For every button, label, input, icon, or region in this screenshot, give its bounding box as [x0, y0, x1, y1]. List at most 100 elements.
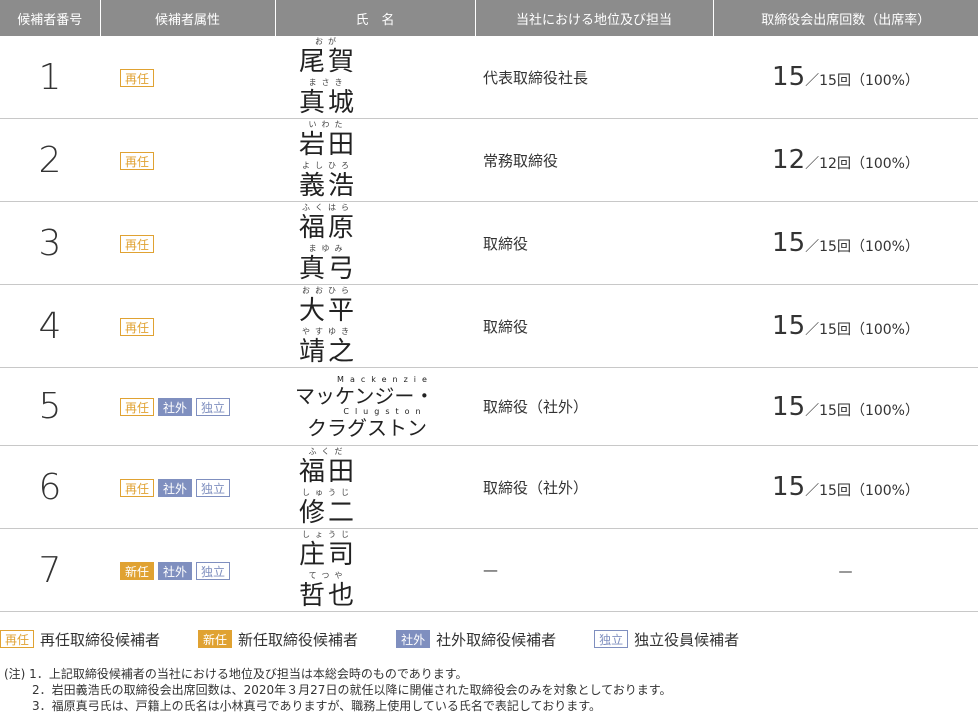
table-row: 3 再任 ふくはら 福原 まゆみ 真弓 取締役 15／15回（100%）: [0, 201, 978, 285]
family-name: 尾賀: [299, 47, 358, 77]
attendance-count: 12: [772, 145, 806, 175]
candidate-attributes: 再任: [100, 36, 275, 119]
badge-outside: 社外: [396, 630, 431, 648]
ruby-given: やすゆき: [302, 327, 354, 336]
candidate-attendance: 15／15回（100%）: [713, 284, 978, 368]
candidate-number: 3: [0, 201, 100, 285]
given-name: 真城: [299, 88, 358, 118]
ruby-family: ふくだ: [308, 447, 348, 456]
ruby-given: まさき: [308, 78, 348, 87]
legend-item-reappointed: 再任 再任取締役候補者: [0, 629, 160, 650]
attendance-count: 15: [772, 391, 806, 422]
family-name: 岩田: [299, 130, 358, 160]
table-row: 2 再任 いわた 岩田 よしひろ 義浩 常務取締役 12／12回（100%）: [0, 118, 978, 202]
attendance-count: 15: [772, 62, 806, 92]
ruby-family: ふくはら: [302, 203, 354, 212]
candidate-attributes: 再任 社外 独立: [100, 367, 275, 446]
candidate-attendance: 15／15回（100%）: [713, 36, 978, 119]
note-1: (注) 1．上記取締役候補者の当社における地位及び担当は本総会時のものであります…: [4, 667, 468, 681]
candidate-name: おが 尾賀 まさき 真城: [275, 36, 475, 119]
ruby-given: しゅうじ: [302, 488, 354, 497]
attendance-count: 15: [772, 311, 806, 341]
candidate-attributes: 再任: [100, 201, 275, 285]
ruby-family: おが: [315, 37, 341, 46]
badge-outside: 社外: [158, 398, 193, 417]
ruby-given: まゆみ: [308, 244, 348, 253]
candidate-number: 1: [0, 36, 100, 119]
attendance-total: ／15回（100%）: [805, 402, 919, 419]
table-row: 5 再任 社外 独立 Mackenzie マッケンジー・ Clugston クラグス…: [0, 367, 978, 446]
ruby-given: Clugston: [343, 406, 427, 416]
ruby-given: よしひろ: [302, 161, 354, 170]
header-attendance: 取締役会出席回数（出席率）: [713, 0, 978, 36]
attendance-dash: —: [838, 563, 853, 580]
badge-reappointed: 再任: [120, 234, 155, 253]
ruby-given: てつや: [308, 571, 348, 580]
family-name: 福田: [299, 457, 358, 487]
legend-item-outside: 社外 社外取締役候補者: [396, 629, 556, 650]
attendance-total: ／15回（100%）: [805, 322, 919, 338]
badge-independent: 独立: [196, 398, 231, 417]
header-position: 当社における地位及び担当: [475, 0, 714, 36]
given-name: クラグストン: [307, 415, 427, 440]
badge-reappointed: 再任: [120, 317, 155, 336]
legend-label: 独立役員候補者: [634, 630, 740, 649]
header-name: 氏 名: [275, 0, 476, 36]
candidate-name: しょうじ 庄司 てつや 哲也: [275, 528, 475, 612]
given-name: 靖之: [299, 337, 358, 367]
badge-independent: 独立: [594, 630, 629, 648]
candidate-attendance: —: [713, 528, 978, 612]
legend: 再任 再任取締役候補者 新任 新任取締役候補者 社外 社外取締役候補者 独立 独立役員候…: [0, 628, 978, 650]
candidate-position: —: [475, 528, 713, 612]
candidate-number: 5: [0, 367, 100, 446]
candidate-name: Mackenzie マッケンジー・ Clugston クラグストン: [275, 367, 475, 446]
candidate-position: 取締役（社外）: [475, 367, 713, 446]
candidate-attendance: 15／15回（100%）: [713, 367, 978, 446]
family-name: 庄司: [299, 540, 358, 570]
candidate-number: 7: [0, 528, 100, 612]
badge-outside: 社外: [158, 478, 193, 497]
badge-independent: 独立: [196, 561, 231, 580]
candidate-name: おおひら 大平 やすゆき 靖之: [275, 284, 475, 368]
attendance-total: ／15回（100%）: [805, 239, 919, 255]
legend-label: 社外取締役候補者: [436, 630, 557, 649]
badge-new: 新任: [120, 561, 155, 580]
given-name: 哲也: [299, 581, 358, 611]
candidate-position: 取締役（社外）: [475, 445, 713, 529]
table-row: 7 新任 社外 独立 しょうじ 庄司 てつや 哲也 — —: [0, 528, 978, 612]
attendance-total: ／15回（100%）: [805, 483, 919, 499]
candidate-attendance: 12／12回（100%）: [713, 118, 978, 202]
badge-independent: 独立: [196, 478, 231, 497]
header-attribute: 候補者属性: [100, 0, 276, 36]
family-name: 福原: [299, 213, 358, 243]
attendance-total: ／12回（100%）: [805, 156, 919, 172]
legend-label: 新任取締役候補者: [238, 630, 359, 649]
ruby-family: しょうじ: [302, 530, 354, 539]
given-name: 義浩: [299, 171, 358, 201]
candidate-attendance: 15／15回（100%）: [713, 445, 978, 529]
attendance-count: 15: [772, 228, 806, 258]
candidate-position: 代表取締役社長: [475, 36, 713, 119]
candidate-attributes: 再任: [100, 118, 275, 202]
table-row: 6 再任 社外 独立 ふくだ 福田 しゅうじ 修二 取締役（社外） 15／15回（100%…: [0, 445, 978, 529]
candidate-number: 6: [0, 445, 100, 529]
ruby-family: おおひら: [302, 286, 354, 295]
family-name: 大平: [299, 296, 358, 326]
badge-reappointed: 再任: [120, 68, 155, 87]
candidate-attendance: 15／15回（100%）: [713, 201, 978, 285]
table-header: 候補者番号 候補者属性 氏 名 当社における地位及び担当 取締役会出席回数（出席…: [0, 0, 978, 36]
candidate-number: 2: [0, 118, 100, 202]
badge-new: 新任: [198, 630, 233, 648]
candidate-position: 取締役: [475, 284, 713, 368]
header-number: 候補者番号: [0, 0, 101, 36]
candidate-name: ふくだ 福田 しゅうじ 修二: [275, 445, 475, 529]
table-row: 1 再任 おが 尾賀 まさき 真城 代表取締役社長 15／15回（100%）: [0, 36, 978, 119]
legend-item-new: 新任 新任取締役候補者: [198, 629, 358, 650]
legend-label: 再任取締役候補者: [40, 630, 161, 649]
badge-reappointed: 再任: [0, 630, 35, 648]
candidate-name: いわた 岩田 よしひろ 義浩: [275, 118, 475, 202]
candidate-attributes: 新任 社外 独立: [100, 528, 275, 612]
note-3: 3．福原真弓氏は、戸籍上の氏名は小林真弓でありますが、職務上使用している氏名で表…: [32, 699, 601, 713]
candidate-name: ふくはら 福原 まゆみ 真弓: [275, 201, 475, 285]
candidate-position: 取締役: [475, 201, 713, 285]
